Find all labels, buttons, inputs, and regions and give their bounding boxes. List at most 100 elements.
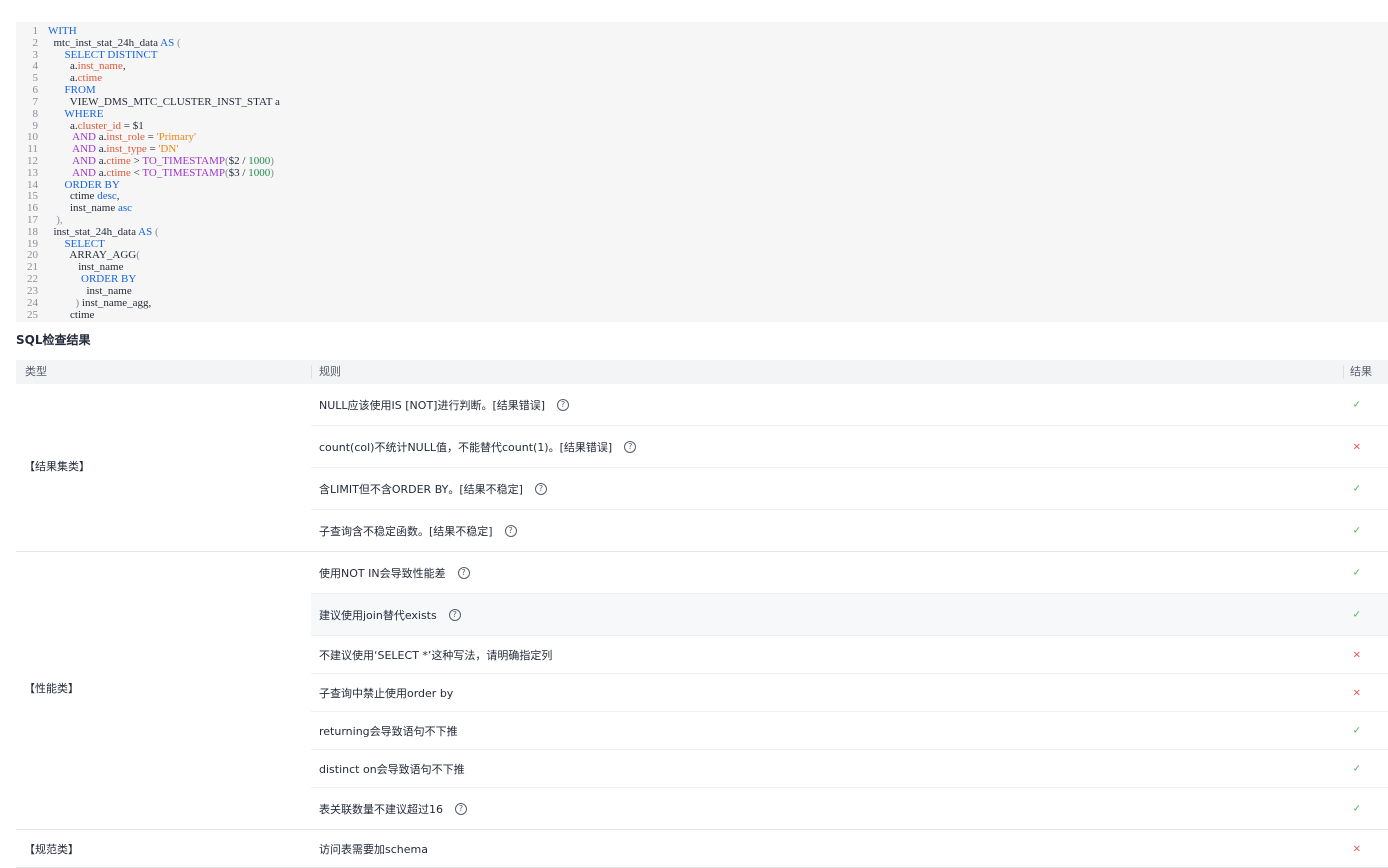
help-icon[interactable]: ?	[624, 440, 637, 453]
table-row[interactable]: returning会导致语句不下推 ✓	[311, 712, 1388, 750]
code-line: 17 ),	[16, 214, 1388, 227]
help-icon[interactable]: ?	[557, 398, 570, 411]
rule-text: 表关联数量不建议超过16	[319, 802, 443, 816]
code-token: TO_TIMESTAMP	[142, 166, 225, 179]
code-token: )	[270, 154, 274, 167]
code-token: desc	[97, 190, 117, 203]
table-row[interactable]: distinct on会导致语句不下推 ✓	[311, 750, 1388, 788]
code-line: 3 SELECT DISTINCT	[16, 48, 1388, 62]
table-row[interactable]: 不建议使用‘SELECT *’这种写法，请明确指定列 ×	[311, 636, 1388, 674]
line-number: 12	[27, 154, 38, 167]
code-line: 23 inst_name	[16, 284, 1388, 298]
line-number: 6	[32, 84, 39, 97]
code-lines: 1 WITH 2 mtc_inst_stat_24h_data AS (3 SELE…	[16, 25, 1388, 322]
rule-text: 子查询中禁止使用order by	[319, 686, 454, 700]
code-line: 1 WITH	[16, 25, 1388, 38]
code-token: ctime	[77, 72, 103, 85]
table-row[interactable]: 使用NOT IN会导致性能差? ✓	[311, 552, 1388, 594]
fail-cross-icon: ×	[1352, 843, 1361, 854]
code-token: AND	[72, 143, 96, 156]
table-row[interactable]: 子查询含不稳定函数。[结果不稳定]? ✓	[311, 510, 1388, 551]
code-line: 22 ORDER BY	[16, 273, 1388, 286]
help-icon[interactable]: ?	[534, 482, 547, 495]
rule-text: distinct on会导致语句不下推	[319, 762, 465, 776]
code-line: 13 AND a.ctime < TO_TIMESTAMP($3 / 1000)	[16, 166, 1388, 180]
line-number: 23	[27, 284, 38, 297]
table-row[interactable]: 建议使用join替代exists? ✓	[311, 594, 1388, 636]
code-token: <	[130, 166, 143, 179]
code-token: =	[146, 143, 159, 156]
code-token: (	[136, 249, 140, 262]
column-divider[interactable]	[311, 365, 312, 379]
help-icon[interactable]: ?	[457, 566, 470, 579]
column-divider[interactable]	[1343, 365, 1344, 379]
code-line: 25 ctime	[16, 308, 1388, 322]
table-header: 类型 规则 结果	[16, 360, 1388, 384]
rule-text: 使用NOT IN会导致性能差	[319, 566, 446, 580]
code-token: AS	[160, 36, 175, 49]
code-line: 21 inst_name	[16, 261, 1388, 274]
pass-check-icon: ✓	[1352, 803, 1361, 814]
code-token: WITH	[48, 25, 77, 37]
code-line: 10 AND a.inst_role = 'Primary'	[16, 131, 1388, 144]
table-row[interactable]: 访问表需要加schema ×	[311, 830, 1388, 867]
code-token: ,	[116, 190, 120, 203]
code-token: SELECT DISTINCT	[64, 48, 158, 61]
code-token: a.	[96, 131, 107, 144]
table-row[interactable]: NULL应该使用IS [NOT]进行判断。[结果错误]? ✓	[311, 384, 1388, 426]
line-number: 3	[32, 48, 39, 61]
help-icon[interactable]: ?	[455, 802, 467, 815]
code-token: )	[270, 166, 274, 179]
code-token: FROM	[64, 84, 96, 97]
code-token: AND	[72, 154, 96, 167]
code-token: a.	[96, 154, 107, 167]
code-line: 18 inst_stat_24h_data AS (	[16, 225, 1388, 239]
code-token: AND	[72, 131, 96, 144]
fail-cross-icon: ×	[1352, 687, 1361, 698]
code-token: WHERE	[64, 107, 104, 120]
table-row[interactable]: 子查询中禁止使用order by ×	[311, 674, 1388, 712]
pass-check-icon: ✓	[1352, 725, 1361, 736]
rule-text: 建议使用join替代exists	[319, 608, 437, 622]
code-token: TO_TIMESTAMP	[142, 154, 225, 167]
code-token: inst_name	[48, 261, 124, 274]
line-number: 25	[27, 308, 38, 321]
code-token: ARRAY_AGG	[48, 249, 137, 262]
code-token: inst_type	[106, 143, 147, 156]
line-number: 18	[27, 225, 38, 238]
code-token: $2 /	[228, 154, 249, 167]
code-line: 4 a.inst_name,	[16, 61, 1388, 73]
code-token: inst_name_agg,	[79, 296, 152, 309]
code-token: inst_role	[106, 131, 145, 144]
code-token: ),	[48, 214, 63, 226]
line-number: 7	[32, 95, 39, 108]
table-row[interactable]: count(col)不统计NULL值，不能替代count(1)。[结果错误]? ×	[311, 426, 1388, 468]
help-icon[interactable]: ?	[448, 608, 461, 621]
result-group: 【性能类】 使用NOT IN会导致性能差? ✓ 建议使用join替代exists? ✓ 不…	[16, 552, 1388, 830]
code-token: ctime	[106, 154, 131, 167]
code-token: =	[144, 131, 157, 144]
code-token: inst_name	[48, 202, 118, 215]
help-icon[interactable]: ?	[504, 524, 517, 537]
sql-code-editor[interactable]: 1 WITH 2 mtc_inst_stat_24h_data AS (3 SELE…	[16, 22, 1388, 322]
header-type: 类型	[25, 365, 47, 378]
result-group: 【规范类】 访问表需要加schema ×	[16, 830, 1388, 868]
code-token: ctime	[106, 166, 131, 179]
rule-text: NULL应该使用IS [NOT]进行判断。[结果错误]	[319, 398, 546, 412]
pass-check-icon: ✓	[1352, 399, 1361, 410]
table-row[interactable]: 含LIMIT但不含ORDER BY。[结果不稳定]? ✓	[311, 468, 1388, 510]
pass-check-icon: ✓	[1352, 567, 1361, 578]
pass-check-icon: ✓	[1352, 763, 1361, 774]
group-label: 【规范类】	[24, 842, 79, 856]
line-number: 4	[32, 60, 39, 73]
line-number: 5	[32, 72, 39, 85]
code-line: 7 VIEW_DMS_MTC_CLUSTER_INST_STAT a	[16, 95, 1388, 109]
table-body: 【结果集类】 NULL应该使用IS [NOT]进行判断。[结果错误]? ✓ count…	[16, 384, 1388, 868]
code-token: 'DN'	[158, 143, 179, 156]
table-row[interactable]: 表关联数量不建议超过16? ✓	[311, 788, 1388, 829]
code-token: ORDER BY	[81, 273, 137, 286]
